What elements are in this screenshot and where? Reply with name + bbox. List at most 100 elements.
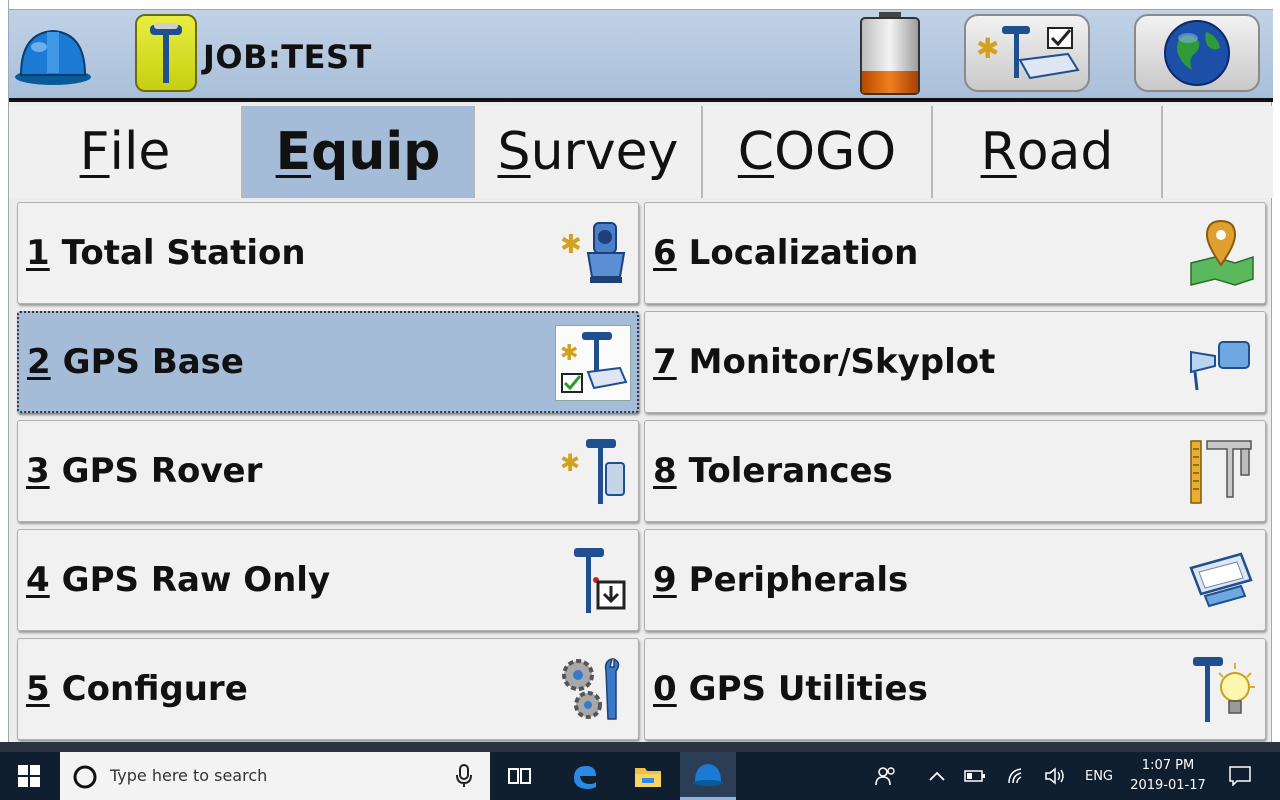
menu-number: 3 [26, 451, 50, 491]
clock-date: 2019-01-17 [1130, 778, 1206, 793]
total-station-icon: ✱ [556, 215, 632, 291]
base-setup-button[interactable]: ✱ [964, 14, 1090, 92]
gps-base-button[interactable]: 2 GPS Base ✱ [17, 311, 639, 413]
search-input[interactable]: Type here to search [60, 752, 490, 800]
screen: JOB:TEST ✱ F ile E quip S urvey C OGO R … [0, 0, 1280, 800]
menu-text: GPS Base [62, 342, 244, 382]
menu-text: GPS Rover [61, 451, 263, 491]
globe-icon[interactable] [1134, 14, 1260, 92]
show-hidden-icons-chevron-icon[interactable] [922, 752, 952, 800]
gps-utilities-button[interactable]: 0 GPS Utilities [644, 638, 1266, 740]
menu-label: 2 GPS Base [27, 342, 244, 382]
menu-number: 9 [653, 560, 677, 600]
microphone-icon[interactable] [456, 764, 472, 788]
tab-road[interactable]: Road [933, 106, 1163, 198]
menu-label: 0 GPS Utilities [653, 669, 928, 709]
tab-file-mnemonic: F [79, 122, 110, 182]
wifi-icon[interactable] [1002, 752, 1032, 800]
clock-time: 1:07 PM [1141, 758, 1195, 773]
cortana-icon [73, 765, 97, 789]
menu-number: 1 [26, 233, 50, 273]
tab-survey-mnemonic: S [497, 122, 531, 182]
menu-text: Configure [61, 669, 248, 709]
peripherals-icon [1183, 542, 1259, 618]
gps-utilities-icon [1183, 651, 1259, 727]
battery-tray-icon[interactable] [960, 752, 990, 800]
monitor-skyplot-button[interactable]: 7 Monitor/Skyplot [644, 311, 1266, 413]
tab-file[interactable]: File [9, 106, 243, 198]
tab-cogo[interactable]: C OGO [703, 106, 933, 198]
configure-button[interactable]: 5 Configure [17, 638, 639, 740]
menu-number: 5 [26, 669, 50, 709]
localization-icon [1183, 215, 1259, 291]
file-explorer-icon[interactable] [620, 752, 676, 800]
menu-text: Localization [688, 233, 919, 273]
job-pole-icon[interactable] [135, 14, 197, 92]
window-bottom-gap [0, 742, 1280, 752]
menu-label: 6 Localization [653, 233, 918, 273]
menu-label: 3 GPS Rover [26, 451, 262, 491]
menu-text: GPS Utilities [688, 669, 928, 709]
people-icon[interactable] [868, 752, 904, 800]
menu-label: 5 Configure [26, 669, 248, 709]
total-station-button[interactable]: 1 Total Station ✱ [17, 202, 639, 304]
menu-number: 0 [653, 669, 677, 709]
edge-browser-icon[interactable] [556, 752, 612, 800]
app-header: JOB:TEST ✱ [9, 10, 1273, 102]
tab-survey-label: urvey [530, 122, 679, 182]
hardhat-app-taskbar-icon[interactable] [680, 752, 736, 800]
localization-button[interactable]: 6 Localization [644, 202, 1266, 304]
menu-label: 9 Peripherals [653, 560, 908, 600]
search-placeholder: Type here to search [110, 766, 268, 785]
window-top-border [9, 0, 1273, 10]
menu-text: Peripherals [688, 560, 909, 600]
language-indicator[interactable]: ENG [1078, 752, 1120, 800]
app-window: JOB:TEST ✱ F ile E quip S urvey C OGO R … [8, 0, 1273, 742]
gps-raw-icon [556, 542, 632, 618]
tab-survey[interactable]: Survey [475, 106, 703, 198]
tab-equip[interactable]: Equip [243, 106, 475, 198]
menu-label: 1 Total Station [26, 233, 306, 273]
gps-raw-only-button[interactable]: 4 GPS Raw Only [17, 529, 639, 631]
menu-number: 4 [26, 560, 50, 600]
menu-label: 8 Tolerances [653, 451, 893, 491]
menu-number: 2 [27, 342, 51, 382]
menu-text: GPS Raw Only [61, 560, 331, 600]
tab-empty [1163, 106, 1273, 198]
windows-start-button[interactable] [0, 752, 58, 800]
gps-rover-icon: ✱ [556, 433, 632, 509]
skyplot-icon [1183, 324, 1259, 400]
tab-road-label: oad [1016, 122, 1114, 182]
task-view-icon[interactable] [492, 752, 548, 800]
menu-number: 8 [653, 451, 677, 491]
tab-road-mnemonic: R [980, 122, 1017, 182]
svg-text:✱: ✱ [976, 32, 999, 65]
tab-cogo-mnemonic: C [737, 122, 775, 182]
gps-rover-button[interactable]: 3 GPS Rover ✱ [17, 420, 639, 522]
menu-label: 7 Monitor/Skyplot [653, 342, 995, 382]
menu-number: 7 [653, 342, 677, 382]
windows-logo-icon [18, 765, 40, 787]
gps-base-icon: ✱ [555, 325, 631, 401]
taskbar: Type here to search ENG 1:07 PM 2019-01-… [0, 752, 1280, 800]
menu-tabs: File Equip Survey C OGO Road [9, 106, 1273, 198]
svg-text:✱: ✱ [560, 341, 578, 366]
tab-equip-mnemonic: E [275, 122, 312, 182]
volume-icon[interactable] [1040, 752, 1070, 800]
menu-text: Total Station [61, 233, 306, 273]
configure-icon [556, 651, 632, 727]
job-title: JOB:TEST [203, 38, 372, 76]
notifications-icon[interactable] [1224, 752, 1256, 800]
clock[interactable]: 1:07 PM 2019-01-17 [1120, 756, 1216, 796]
battery-icon [859, 12, 921, 96]
tab-file-label: ile [109, 122, 171, 182]
menu-number: 6 [653, 233, 677, 273]
hardhat-icon[interactable] [11, 18, 95, 94]
menu-text: Tolerances [688, 451, 893, 491]
tolerances-button[interactable]: 8 Tolerances [644, 420, 1266, 522]
menu-text: Monitor/Skyplot [688, 342, 996, 382]
peripherals-button[interactable]: 9 Peripherals [644, 529, 1266, 631]
svg-text:✱: ✱ [560, 449, 580, 477]
menu-label: 4 GPS Raw Only [26, 560, 330, 600]
tolerances-icon [1183, 433, 1259, 509]
